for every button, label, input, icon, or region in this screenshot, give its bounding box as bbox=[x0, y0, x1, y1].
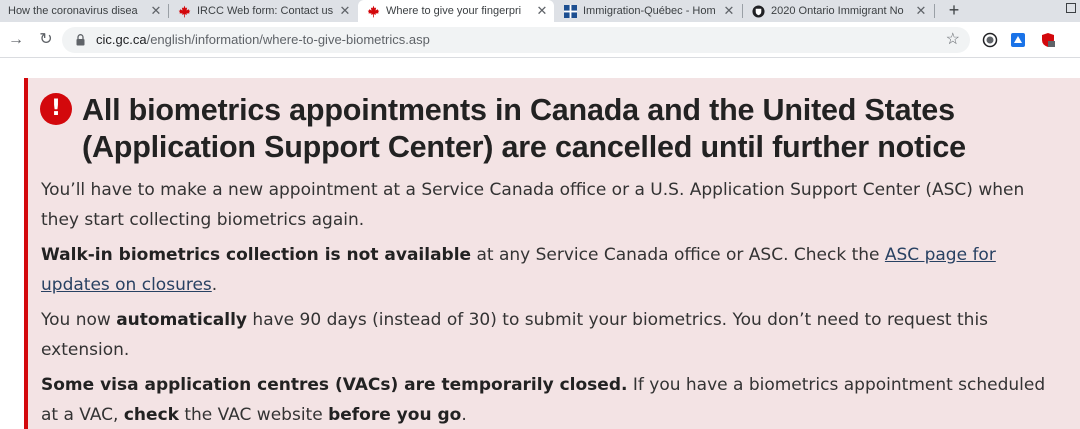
url-host: cic.gc.ca bbox=[96, 32, 147, 47]
bold-text: Walk-in biometrics collection is not ava… bbox=[41, 245, 472, 265]
bold-text: Some visa application centres (VACs) are… bbox=[41, 375, 628, 395]
bold-text: automatically bbox=[116, 310, 248, 330]
alert-paragraph: You now automatically have 90 days (inst… bbox=[41, 305, 1061, 365]
drive-extension-icon[interactable] bbox=[1010, 32, 1026, 48]
exclamation-icon: ! bbox=[40, 93, 72, 125]
alert-paragraph: Walk-in biometrics collection is not ava… bbox=[41, 240, 1061, 300]
close-icon[interactable]: ✕ bbox=[150, 4, 162, 17]
tab-title: 2020 Ontario Immigrant No bbox=[771, 5, 904, 17]
tab-where-to-give-fingerprints[interactable]: Where to give your fingerpri ✕ bbox=[358, 0, 554, 22]
shield-icon bbox=[751, 4, 765, 18]
restore-window-icon[interactable] bbox=[1066, 3, 1076, 13]
tab-title: How the coronavirus disea bbox=[8, 5, 138, 17]
tab-immigration-quebec[interactable]: Immigration-Québec - Hom ✕ bbox=[555, 0, 741, 22]
tab-title: IRCC Web form: Contact us bbox=[197, 5, 334, 17]
body-text: the VAC website bbox=[178, 405, 329, 425]
bold-text: check bbox=[123, 405, 179, 425]
body-text: at any Service Canada office or ASC. Che… bbox=[471, 245, 885, 265]
alert-paragraph: Some visa application centres (VACs) are… bbox=[41, 370, 1061, 429]
fleur-de-lis-icon bbox=[563, 4, 577, 18]
address-bar[interactable]: cic.gc.ca/english/information/where-to-g… bbox=[62, 27, 970, 53]
lock-icon bbox=[76, 34, 85, 46]
maple-leaf-icon bbox=[177, 4, 191, 18]
body-text: . bbox=[461, 405, 467, 425]
shield-extension-icon[interactable] bbox=[1040, 32, 1056, 48]
tab-coronavirus[interactable]: How the coronavirus disea ✕ bbox=[0, 0, 168, 22]
close-icon[interactable]: ✕ bbox=[536, 4, 548, 17]
browser-toolbar: → ↻ cic.gc.ca/english/information/where-… bbox=[0, 22, 1080, 58]
alert-body: You’ll have to make a new appointment at… bbox=[41, 175, 1061, 429]
tab-ircc-web-form[interactable]: IRCC Web form: Contact us ✕ bbox=[169, 0, 357, 22]
body-text: You now bbox=[41, 310, 117, 330]
body-text: . bbox=[211, 275, 218, 295]
close-icon[interactable]: ✕ bbox=[339, 4, 351, 17]
url-path: /english/information/where-to-give-biome… bbox=[146, 32, 430, 47]
url-text[interactable]: cic.gc.ca/english/information/where-to-g… bbox=[96, 32, 430, 47]
tab-title: Immigration-Québec - Hom bbox=[583, 5, 716, 17]
bookmark-star-icon[interactable]: ☆ bbox=[946, 29, 960, 49]
alert-heading: All biometrics appointments in Canada an… bbox=[82, 93, 966, 164]
alert-paragraph: You’ll have to make a new appointment at… bbox=[41, 180, 1025, 230]
tab-separator bbox=[934, 4, 935, 18]
new-tab-button[interactable]: + bbox=[944, 0, 964, 22]
close-icon[interactable]: ✕ bbox=[723, 4, 735, 17]
tab-strip: How the coronavirus disea ✕ IRCC Web for… bbox=[0, 0, 1080, 22]
biometrics-alert: ! All biometrics appointments in Canada … bbox=[24, 78, 1080, 429]
forward-arrow-icon[interactable]: → bbox=[6, 30, 26, 50]
reload-icon[interactable]: ↻ bbox=[36, 30, 56, 50]
bold-text: before you go bbox=[328, 405, 462, 425]
maple-leaf-icon bbox=[366, 4, 380, 18]
tab-title: Where to give your fingerpri bbox=[386, 5, 522, 17]
circle-extension-icon[interactable] bbox=[982, 32, 998, 48]
close-icon[interactable]: ✕ bbox=[915, 4, 927, 17]
tab-ontario-immigrant[interactable]: 2020 Ontario Immigrant No ✕ bbox=[743, 0, 933, 22]
